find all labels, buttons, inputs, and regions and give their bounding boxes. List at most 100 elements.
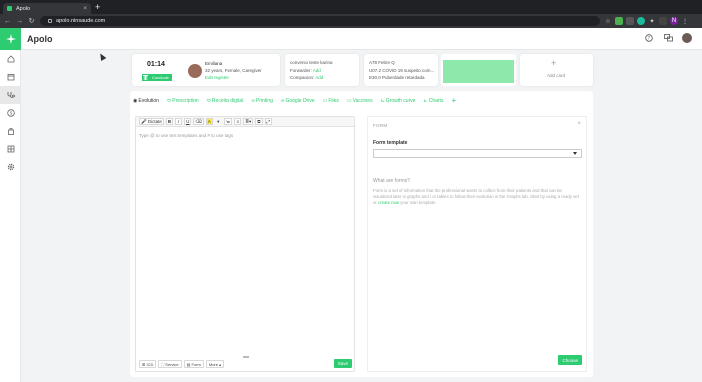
service-button[interactable]: ⛶ Service: [158, 360, 182, 368]
calendar-icon[interactable]: [0, 68, 21, 86]
tab-google-drive[interactable]: ∞ Google Drive: [281, 98, 315, 104]
tab-growth-curve[interactable]: ⊾ Growth curve: [381, 98, 416, 104]
extension-icon[interactable]: [615, 17, 623, 25]
align-button[interactable]: ≣▾: [243, 118, 254, 125]
dollar-icon[interactable]: $: [0, 104, 21, 122]
what-are-forms-title: What are forms?: [373, 178, 410, 184]
companion-label: Companion:: [290, 75, 315, 80]
editor-toolbar: 🎤 Dictate B I U ⌫ A ▾ ≔ ≡ ≣▾ ⧉ ⤢: [136, 117, 354, 127]
chevron-down-icon[interactable]: ▾: [215, 118, 222, 125]
diagnosis-card: A78 Febre Q U07.2 COVID 19 suspeito com.…: [364, 54, 438, 86]
tab-prescription[interactable]: ⬭ Prescription: [167, 98, 199, 104]
forwarder-add-link[interactable]: Add: [313, 68, 321, 73]
gear-icon[interactable]: [0, 158, 21, 176]
choose-button[interactable]: Choose: [558, 355, 582, 365]
bold-button[interactable]: B: [165, 118, 174, 125]
favicon-icon: [7, 6, 12, 11]
pause-button[interactable]: ❚❚: [142, 74, 149, 81]
help-icon[interactable]: ?: [644, 33, 654, 43]
resize-handle[interactable]: [243, 356, 249, 358]
reload-icon[interactable]: ↻: [27, 17, 36, 25]
form-panel-title: FORM: [373, 123, 388, 128]
close-icon[interactable]: ×: [577, 121, 581, 127]
star-icon[interactable]: ☆: [604, 17, 612, 25]
eraser-icon[interactable]: ⌫: [193, 118, 204, 125]
tab-evolution[interactable]: ◉ Evolution: [133, 98, 159, 104]
forwarder-label: Forwarder:: [290, 68, 312, 73]
browser-tab[interactable]: Apolo ×: [3, 3, 91, 14]
puzzle-icon[interactable]: ✦: [648, 17, 656, 25]
link-icon: ∞: [251, 97, 255, 104]
companion-add-link[interactable]: Add: [315, 75, 323, 80]
dictate-button[interactable]: 🎤 Dictate: [139, 118, 164, 125]
app-title: Apolo: [27, 34, 53, 44]
add-card-label: Add card: [547, 73, 566, 78]
extension-bar: ☆ ✦ N ⋮: [604, 16, 689, 26]
browser-toolbar: ← → ↻ apolo.ninsaude.com ☆ ✦ N ⋮: [0, 14, 702, 28]
unordered-list-button[interactable]: ≡: [234, 118, 242, 125]
eye-icon: ◉: [133, 97, 138, 104]
chat-icon[interactable]: [663, 33, 673, 43]
folder-icon: ▭: [346, 97, 352, 104]
form-template-label: Form template: [373, 140, 408, 146]
profile-icon[interactable]: N: [670, 17, 678, 25]
home-icon[interactable]: [0, 50, 21, 68]
chart-icon: ⊾: [380, 97, 385, 104]
convenio-text: convenio teste karina: [290, 60, 333, 65]
add-tab-button[interactable]: +: [451, 96, 456, 105]
edit-register-link[interactable]: Edit register: [205, 75, 229, 80]
address-bar[interactable]: apolo.ninsaude.com: [40, 16, 600, 26]
diagnosis-item: A78 Febre Q: [369, 60, 395, 65]
patient-card: 01:14 ❚❚ Conclude Emiliana 32 years, Fem…: [132, 54, 280, 86]
fullscreen-icon[interactable]: ⤢: [264, 118, 273, 125]
form-template-select[interactable]: [373, 149, 582, 158]
save-button[interactable]: Save: [333, 359, 352, 368]
logo-icon[interactable]: [0, 28, 21, 50]
extension-icon[interactable]: [659, 17, 667, 25]
form-button[interactable]: ▤ Form: [183, 360, 204, 368]
diagnosis-item: U07.2 COVID 19 suspeito com...: [369, 68, 435, 73]
sidebar: $: [0, 50, 21, 382]
url-text: apolo.ninsaude.com: [56, 18, 106, 24]
menu-icon[interactable]: ⋮: [681, 17, 689, 25]
extension-icon[interactable]: [626, 17, 634, 25]
highlight-color-button[interactable]: A: [205, 118, 213, 125]
tab-files[interactable]: ▭ Files: [323, 98, 339, 104]
user-avatar[interactable]: [682, 33, 692, 43]
editor-placeholder: Type @ to use text templates and # to us…: [139, 133, 234, 138]
stethoscope-icon[interactable]: [0, 86, 21, 104]
tab-bar: ◉ Evolution ⬭ Prescription ⬭ Receita digita…: [133, 96, 464, 105]
what-are-forms-text: Form is a set of information that the pr…: [373, 188, 579, 205]
copy-icon[interactable]: ⧉: [255, 118, 263, 125]
icd-button[interactable]: ⊞ ICD: [139, 360, 157, 368]
folder-icon: ▭: [322, 97, 328, 104]
patient-info: 32 years, Female, Caregiver: [205, 68, 262, 73]
diagnosis-item: E30.0 Puberdade retardada: [369, 75, 425, 80]
tab-charts[interactable]: ⊾ Charts: [424, 98, 444, 104]
tab-receita-digital[interactable]: ⬭ Receita digital: [207, 98, 244, 104]
patient-name: Emiliana: [205, 61, 223, 66]
evolution-editor[interactable]: 🎤 Dictate B I U ⌫ A ▾ ≔ ≡ ≣▾ ⧉ ⤢ Type @ …: [135, 116, 355, 372]
forward-icon[interactable]: →: [15, 18, 24, 25]
table-icon[interactable]: [0, 140, 21, 158]
conclude-button[interactable]: Conclude: [149, 74, 172, 81]
back-icon[interactable]: ←: [3, 18, 12, 25]
mouse-cursor: [97, 51, 107, 62]
bag-icon[interactable]: [0, 122, 21, 140]
new-tab-button[interactable]: +: [95, 3, 100, 12]
mini-chart-card[interactable]: [441, 54, 516, 86]
lock-icon: [48, 19, 52, 23]
more-button[interactable]: More ▴: [205, 360, 225, 368]
italic-button[interactable]: I: [175, 118, 183, 125]
tab-printing[interactable]: ∞ Printing: [251, 98, 273, 104]
underline-button[interactable]: U: [184, 118, 192, 125]
form-panel: FORM × Form template What are forms? For…: [367, 116, 587, 372]
tab-vaccines[interactable]: ▭ Vaccines: [347, 98, 373, 104]
close-tab-icon[interactable]: ×: [83, 6, 87, 12]
browser-tab-title: Apolo: [16, 5, 31, 12]
ordered-list-button[interactable]: ≔: [223, 118, 233, 125]
add-card-button[interactable]: + Add card: [520, 54, 593, 86]
extension-icon[interactable]: [637, 17, 645, 25]
create-now-link[interactable]: create now: [378, 200, 399, 205]
mini-chart-area: [443, 60, 514, 83]
